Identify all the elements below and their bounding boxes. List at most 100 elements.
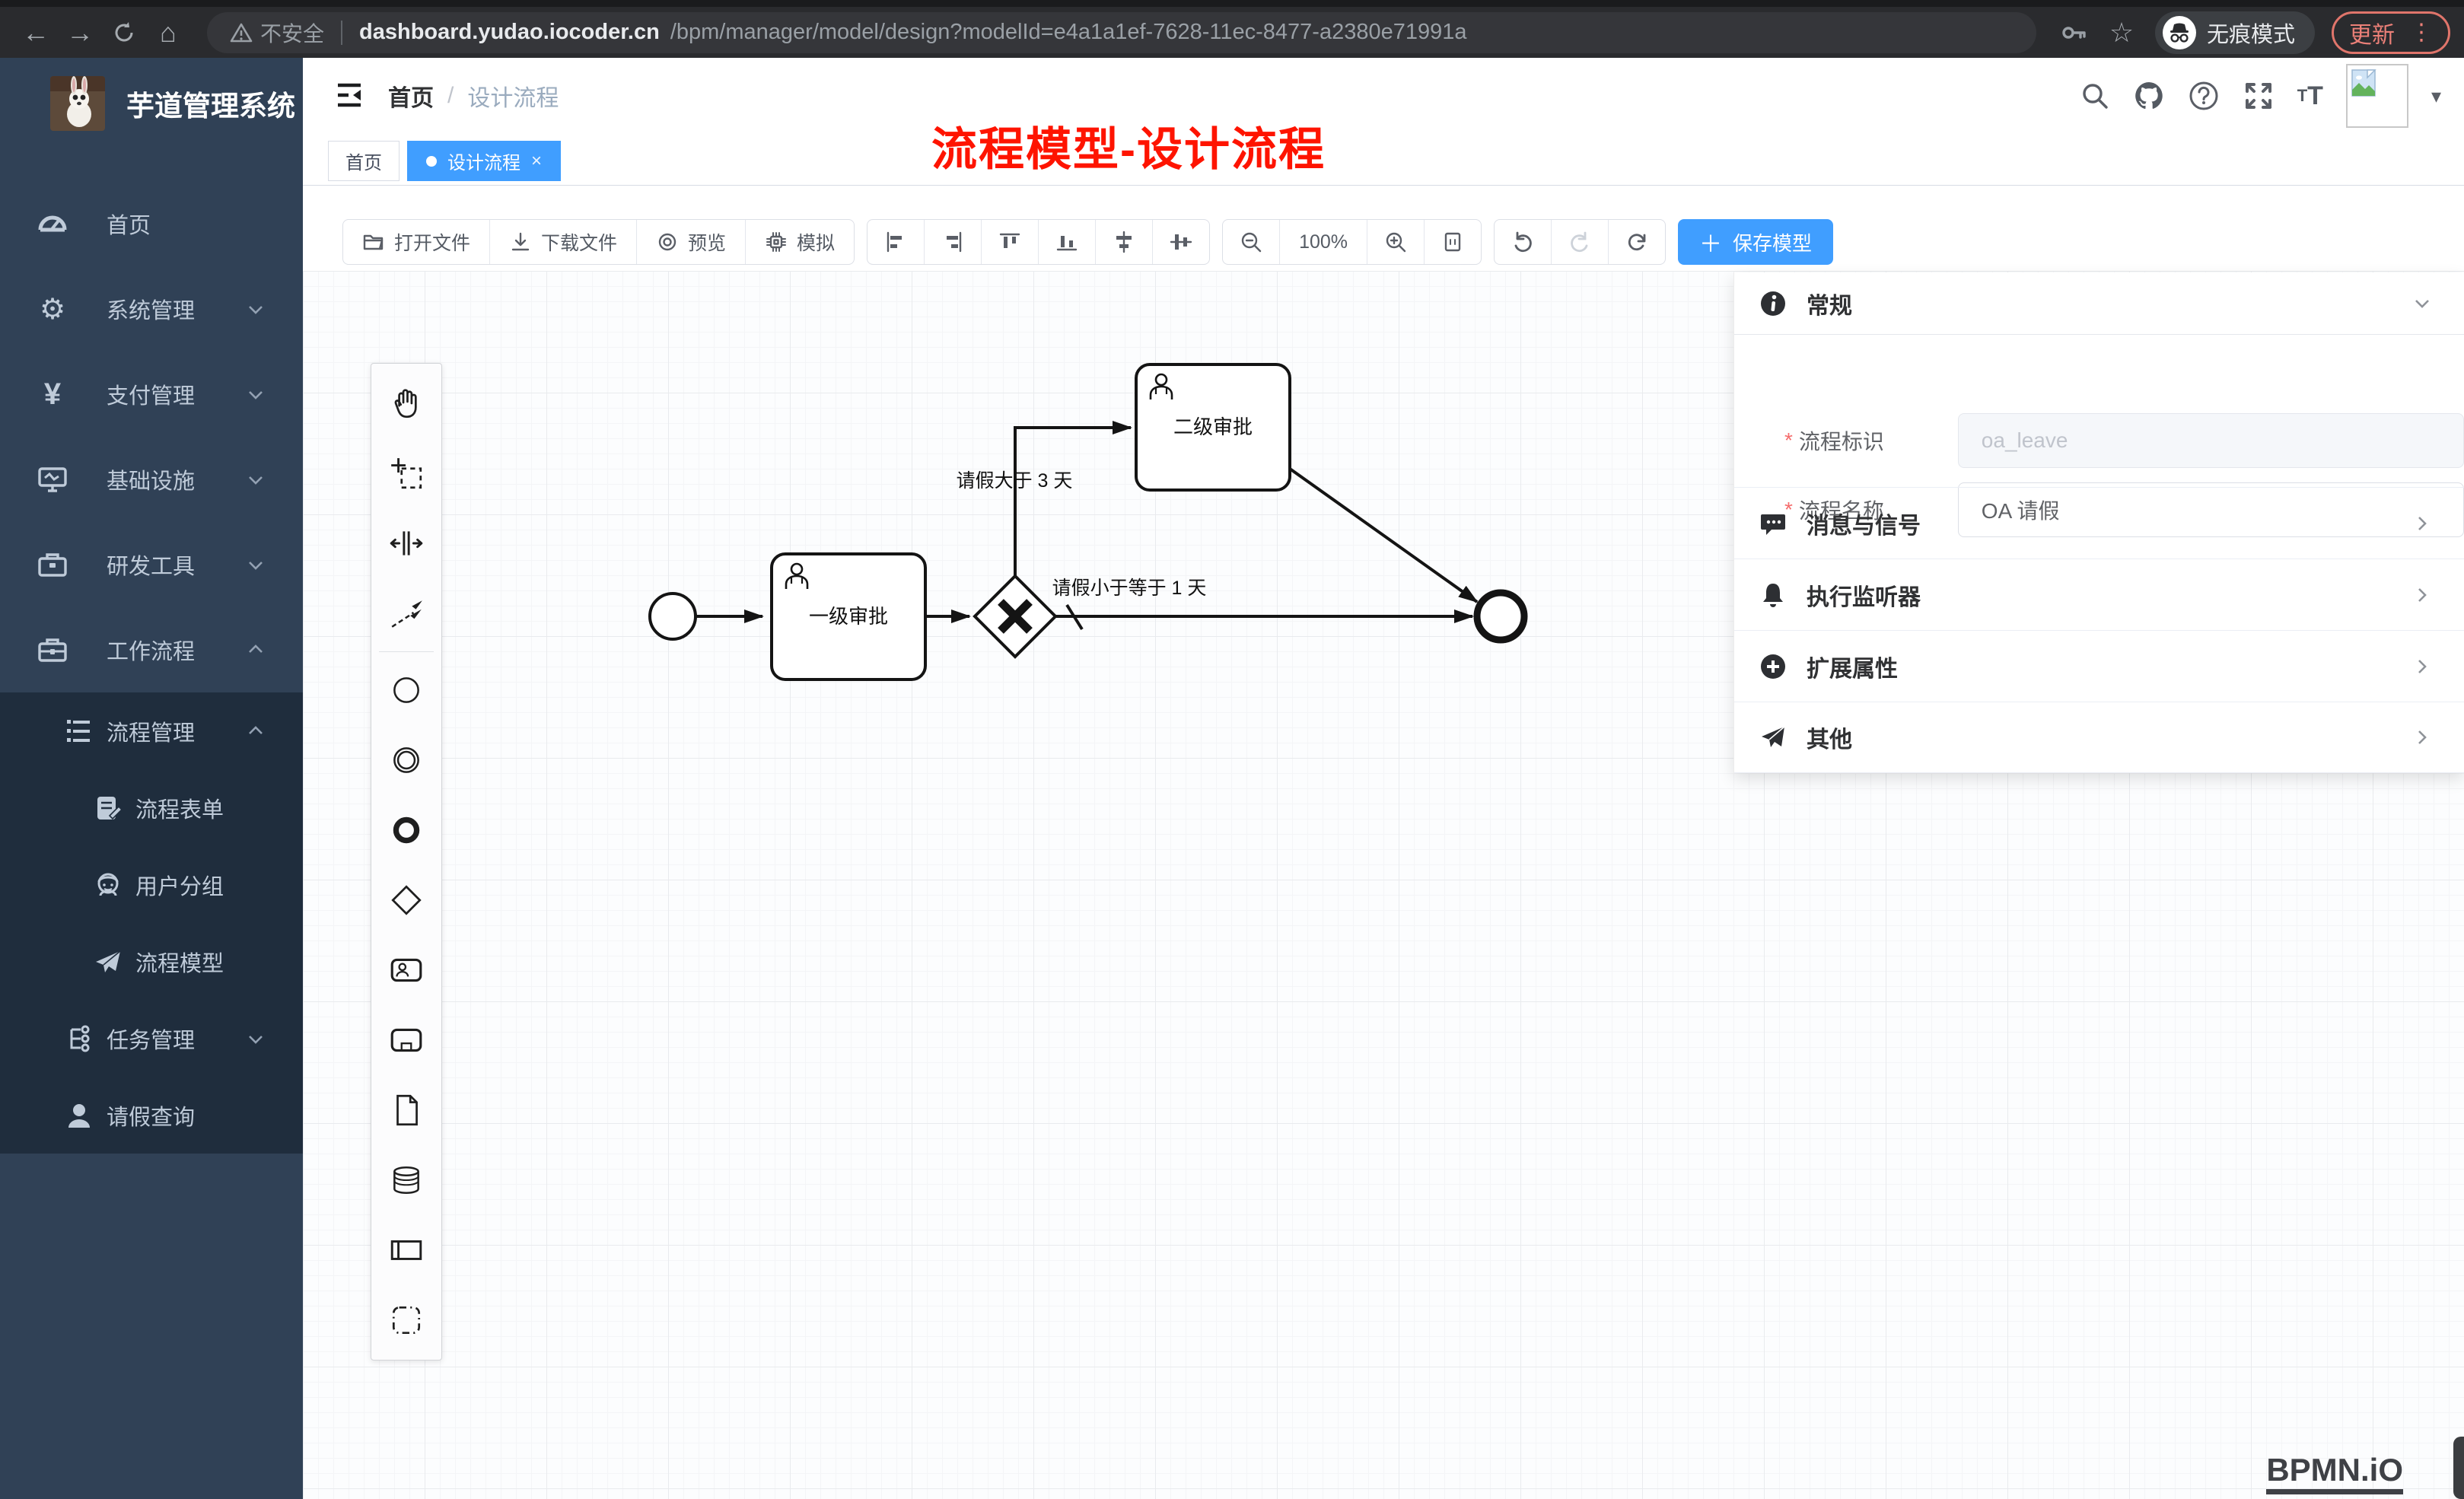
sidebar-item-home[interactable]: 首页 [0, 181, 303, 266]
zoom-out-button[interactable] [1223, 220, 1279, 264]
preview-button[interactable]: 预览 [636, 220, 745, 264]
address-bar[interactable]: 不安全 dashboard.yudao.iocoder.cn/bpm/manag… [207, 12, 2036, 53]
app-logo-row[interactable]: 芋道管理系统 [0, 58, 303, 149]
create-participant[interactable] [371, 1215, 441, 1285]
github-icon[interactable] [2133, 80, 2165, 112]
sidebar-item-leave-query[interactable]: 请假查询 [0, 1077, 303, 1154]
save-model-button[interactable]: ＋ 保存模型 [1678, 219, 1833, 265]
close-icon[interactable]: × [531, 151, 542, 172]
sidebar-item-payment[interactable]: ¥ 支付管理 [0, 352, 303, 437]
exclusive-gateway[interactable] [975, 576, 1055, 657]
user-task-level1[interactable]: 一级审批 [772, 554, 925, 679]
chevron-down-icon [2411, 292, 2434, 315]
avatar[interactable] [2346, 64, 2408, 128]
sidebar-item-process-mgmt[interactable]: 流程管理 [0, 692, 303, 769]
browser-forward-button[interactable]: → [58, 11, 102, 55]
browser-update-button[interactable]: 更新 ⋮ [2332, 11, 2450, 54]
condition-label-le1[interactable]: 请假小于等于 1 天 [1052, 578, 1207, 599]
zoom-in-button[interactable] [1367, 220, 1424, 264]
restart-button[interactable] [1608, 220, 1665, 264]
create-start-event[interactable] [371, 655, 441, 725]
redo-button[interactable] [1551, 220, 1608, 264]
sidebar-item-system[interactable]: ⚙ 系统管理 [0, 266, 303, 352]
flow-gateway-to-task2[interactable] [1015, 428, 1131, 576]
fullscreen-icon[interactable] [2243, 80, 2275, 112]
breadcrumb-home[interactable]: 首页 [388, 79, 434, 113]
undo-button[interactable] [1495, 220, 1551, 264]
download-file-button[interactable]: 下载文件 [489, 220, 636, 264]
panel-section-listeners[interactable]: 执行监听器 [1734, 559, 2464, 630]
active-dot [426, 156, 437, 167]
zoom-reset-button[interactable] [1424, 220, 1481, 264]
align-left-button[interactable] [867, 220, 924, 264]
sidebar-item-workflow[interactable]: 工作流程 [0, 607, 303, 692]
process-key-input[interactable] [1958, 413, 2464, 468]
flow-task2-to-end[interactable] [1290, 469, 1477, 602]
download-icon [509, 231, 532, 253]
sidebar-item-task-mgmt[interactable]: 任务管理 [0, 1000, 303, 1077]
panel-section-extensions[interactable]: 扩展属性 [1734, 630, 2464, 702]
start-event[interactable] [650, 594, 696, 639]
open-file-button[interactable]: 打开文件 [343, 220, 489, 264]
redo-icon [1568, 231, 1591, 253]
sidebar-item-label: 基础设施 [107, 463, 195, 495]
tab-design-process[interactable]: 设计流程 × [407, 141, 561, 181]
space-tool[interactable] [371, 508, 441, 578]
create-user-task[interactable] [371, 935, 441, 1005]
bpmn-io-watermark[interactable]: BPMN.iO [2266, 1452, 2403, 1494]
browser-menu-icon[interactable]: ⋮ [2410, 19, 2433, 46]
align-center-horizontal-button[interactable] [1095, 220, 1152, 264]
password-key-icon[interactable] [2059, 18, 2088, 47]
simulate-button[interactable]: 模拟 [745, 220, 854, 264]
sidebar-item-process-form[interactable]: 流程表单 [0, 769, 303, 846]
global-connect-tool[interactable] [371, 578, 441, 648]
sidebar-collapse-button[interactable] [332, 78, 367, 113]
subprocess-icon [388, 1022, 425, 1058]
url-host: dashboard.yudao.iocoder.cn [359, 20, 660, 45]
align-bottom-button[interactable] [1038, 220, 1095, 264]
condition-label-gt3[interactable]: 请假大于 3 天 [957, 470, 1073, 492]
omnibox-divider [341, 21, 342, 45]
lasso-tool[interactable] [371, 438, 441, 508]
sidebar-item-label: 任务管理 [107, 1023, 195, 1055]
scrollbar-thumb[interactable] [2453, 1437, 2464, 1499]
create-data-store[interactable] [371, 1145, 441, 1215]
browser-back-button[interactable]: ← [14, 11, 58, 55]
search-icon[interactable] [2080, 81, 2110, 111]
create-data-object[interactable] [371, 1075, 441, 1145]
dashboard-icon [35, 206, 70, 241]
browser-reload-button[interactable] [102, 11, 146, 55]
browser-home-button[interactable]: ⌂ [146, 11, 190, 55]
align-center-vertical-button[interactable] [1152, 220, 1209, 264]
font-size-icon[interactable]: TT [2297, 81, 2323, 111]
bookmark-star-icon[interactable]: ☆ [2105, 11, 2138, 55]
create-group[interactable] [371, 1285, 441, 1355]
sidebar-item-infra[interactable]: 基础设施 [0, 437, 303, 522]
align-left-icon [884, 231, 907, 253]
panel-section-messages[interactable]: 消息与信号 [1734, 487, 2464, 559]
bpmn-canvas[interactable]: 一级审批 二级审批 请假大于 3 天 请假小于等于 1 天 [303, 271, 2464, 1499]
breadcrumb-current: 设计流程 [467, 79, 559, 113]
end-event[interactable] [1477, 593, 1524, 640]
sidebar-item-user-group[interactable]: 用户分组 [0, 846, 303, 923]
message-icon [1759, 510, 1787, 537]
panel-section-other[interactable]: 其他 [1734, 702, 2464, 773]
align-right-button[interactable] [924, 220, 981, 264]
create-intermediate-event[interactable] [371, 725, 441, 795]
create-subprocess[interactable] [371, 1005, 441, 1075]
sidebar-item-process-model[interactable]: 流程模型 [0, 923, 303, 1000]
not-secure-badge[interactable]: 不安全 [230, 18, 324, 48]
align-top-button[interactable] [981, 220, 1038, 264]
section-title: 消息与信号 [1807, 507, 1921, 540]
create-gateway[interactable] [371, 865, 441, 935]
help-icon[interactable] [2188, 80, 2220, 112]
tab-home[interactable]: 首页 [328, 141, 400, 181]
create-end-event[interactable] [371, 795, 441, 865]
connect-icon [388, 595, 425, 632]
sidebar-item-devtools[interactable]: 研发工具 [0, 522, 303, 607]
chevron-down-icon [245, 554, 266, 575]
user-task-level2[interactable]: 二级审批 [1136, 364, 1290, 490]
panel-section-general[interactable]: 常规 [1734, 272, 2464, 335]
avatar-dropdown-caret[interactable]: ▾ [2431, 84, 2441, 108]
hand-tool[interactable] [371, 368, 441, 438]
